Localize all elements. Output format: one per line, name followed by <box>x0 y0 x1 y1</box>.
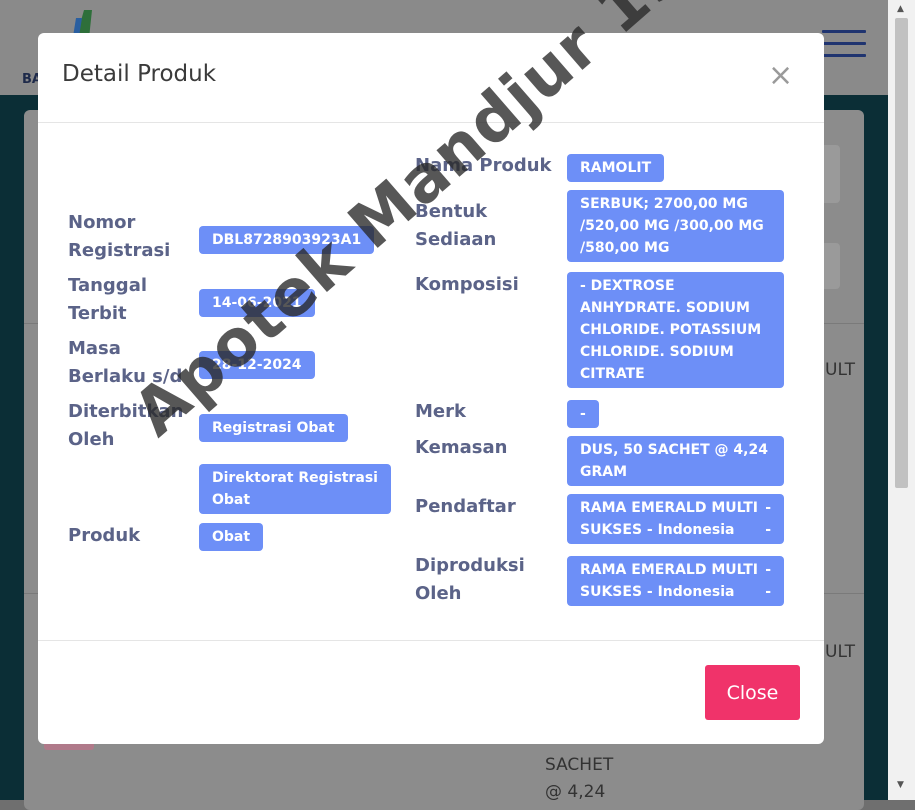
pendaftar-line-2: SUKSES - Indonesia <box>580 522 735 538</box>
label-produk: Produk <box>68 525 141 546</box>
label-masa-berlaku: Masa Berlaku s/d <box>68 338 183 387</box>
value-nomor-registrasi: DBL8728903923A1 <box>199 226 375 254</box>
hamburger-menu-icon[interactable] <box>822 30 866 66</box>
scrollbar[interactable]: ▲ ▼ <box>888 0 915 800</box>
diproduksi-suffix-1: - <box>765 562 771 578</box>
diproduksi-line-1: RAMA EMERALD MULTI <box>580 562 759 578</box>
value-komposisi: - DEXTROSE ANHYDRATE. SODIUM CHLORIDE. P… <box>567 272 784 388</box>
label-tanggal-terbit: Tanggal Terbit <box>68 275 148 324</box>
value-kemasan: DUS, 50 SACHET @ 4,24 GRAM <box>567 436 784 486</box>
value-produk: Obat <box>199 523 264 551</box>
label-diproduksi-oleh: Diproduksi Oleh <box>415 555 525 604</box>
value-pendaftar: RAMA EMERALD MULTI - SUKSES - Indonesia - <box>567 494 784 544</box>
scroll-up-icon[interactable]: ▲ <box>897 4 904 14</box>
diproduksi-line-2: SUKSES - Indonesia <box>580 584 735 600</box>
label-merk: Merk <box>415 401 466 422</box>
value-diterbitkan-oleh: Registrasi Obat <box>199 414 348 442</box>
pendaftar-suffix-1: - <box>765 500 771 516</box>
label-nomor-registrasi: Nomor Registrasi <box>68 212 171 261</box>
diproduksi-suffix-2: - <box>765 584 771 600</box>
label-bentuk-sediaan: Bentuk Sediaan <box>415 201 497 250</box>
close-icon[interactable]: × <box>768 61 793 91</box>
label-komposisi: Komposisi <box>415 274 519 295</box>
scroll-down-icon[interactable]: ▼ <box>897 780 904 790</box>
modal-footer: Close <box>38 640 824 744</box>
product-detail-modal: Detail Produk × Nomor Registrasi DBL8728… <box>38 33 824 744</box>
label-diterbitkan-oleh: Diterbitkan Oleh <box>68 401 184 450</box>
table-cell-fragment: @ 4,24 <box>545 782 606 802</box>
close-button[interactable]: Close <box>705 665 800 720</box>
modal-header: Detail Produk × <box>38 33 824 123</box>
value-diterbitkan-oleh-direktorat: Direktorat Registrasi Obat <box>199 464 391 514</box>
value-diproduksi-oleh: RAMA EMERALD MULTI - SUKSES - Indonesia - <box>567 556 784 606</box>
value-nama-produk: RAMOLIT <box>567 154 665 182</box>
modal-title: Detail Produk <box>62 61 217 87</box>
scrollbar-thumb[interactable] <box>895 18 908 488</box>
pendaftar-line-1: RAMA EMERALD MULTI <box>580 500 759 516</box>
table-cell-fragment: ULT <box>825 360 855 380</box>
table-cell-fragment: SACHET <box>545 755 614 775</box>
label-nama-produk: Nama Produk <box>415 155 552 176</box>
value-tanggal-terbit: 14-06-2021 <box>199 289 315 317</box>
value-merk: - <box>567 400 599 428</box>
label-pendaftar: Pendaftar <box>415 496 516 517</box>
value-masa-berlaku: 28-12-2024 <box>199 351 315 379</box>
label-kemasan: Kemasan <box>415 437 508 458</box>
pendaftar-suffix-2: - <box>765 522 771 538</box>
table-cell-fragment: ULT <box>825 642 855 662</box>
value-bentuk-sediaan: SERBUK; 2700,00 MG /520,00 MG /300,00 MG… <box>567 190 784 262</box>
